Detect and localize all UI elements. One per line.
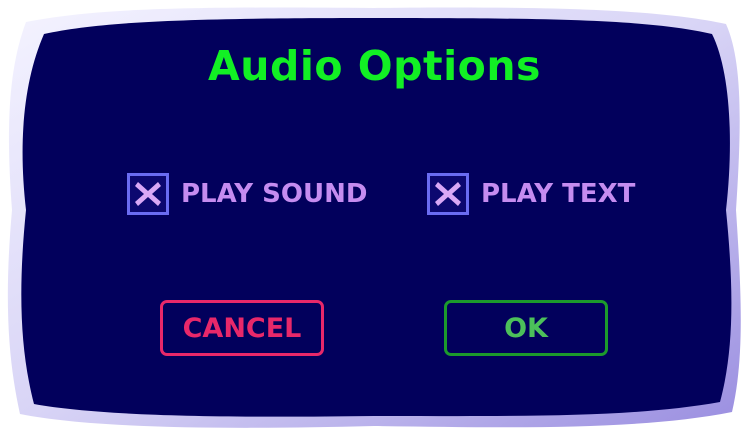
- audio-options-dialog: Audio Options PLAY SOUND PLAY TEXT CANCE…: [0, 0, 749, 434]
- play-sound-option[interactable]: PLAY SOUND: [127, 170, 367, 218]
- ok-button[interactable]: OK: [444, 300, 608, 356]
- dialog-title: Audio Options: [208, 42, 541, 90]
- play-sound-checkbox[interactable]: [127, 173, 169, 215]
- play-text-checkbox[interactable]: [427, 173, 469, 215]
- play-text-label: PLAY TEXT: [481, 179, 636, 209]
- play-text-option[interactable]: PLAY TEXT: [427, 170, 635, 218]
- cancel-button[interactable]: CANCEL: [160, 300, 324, 356]
- x-mark-icon: [135, 182, 161, 206]
- play-sound-label: PLAY SOUND: [181, 179, 368, 209]
- x-mark-icon: [435, 182, 461, 206]
